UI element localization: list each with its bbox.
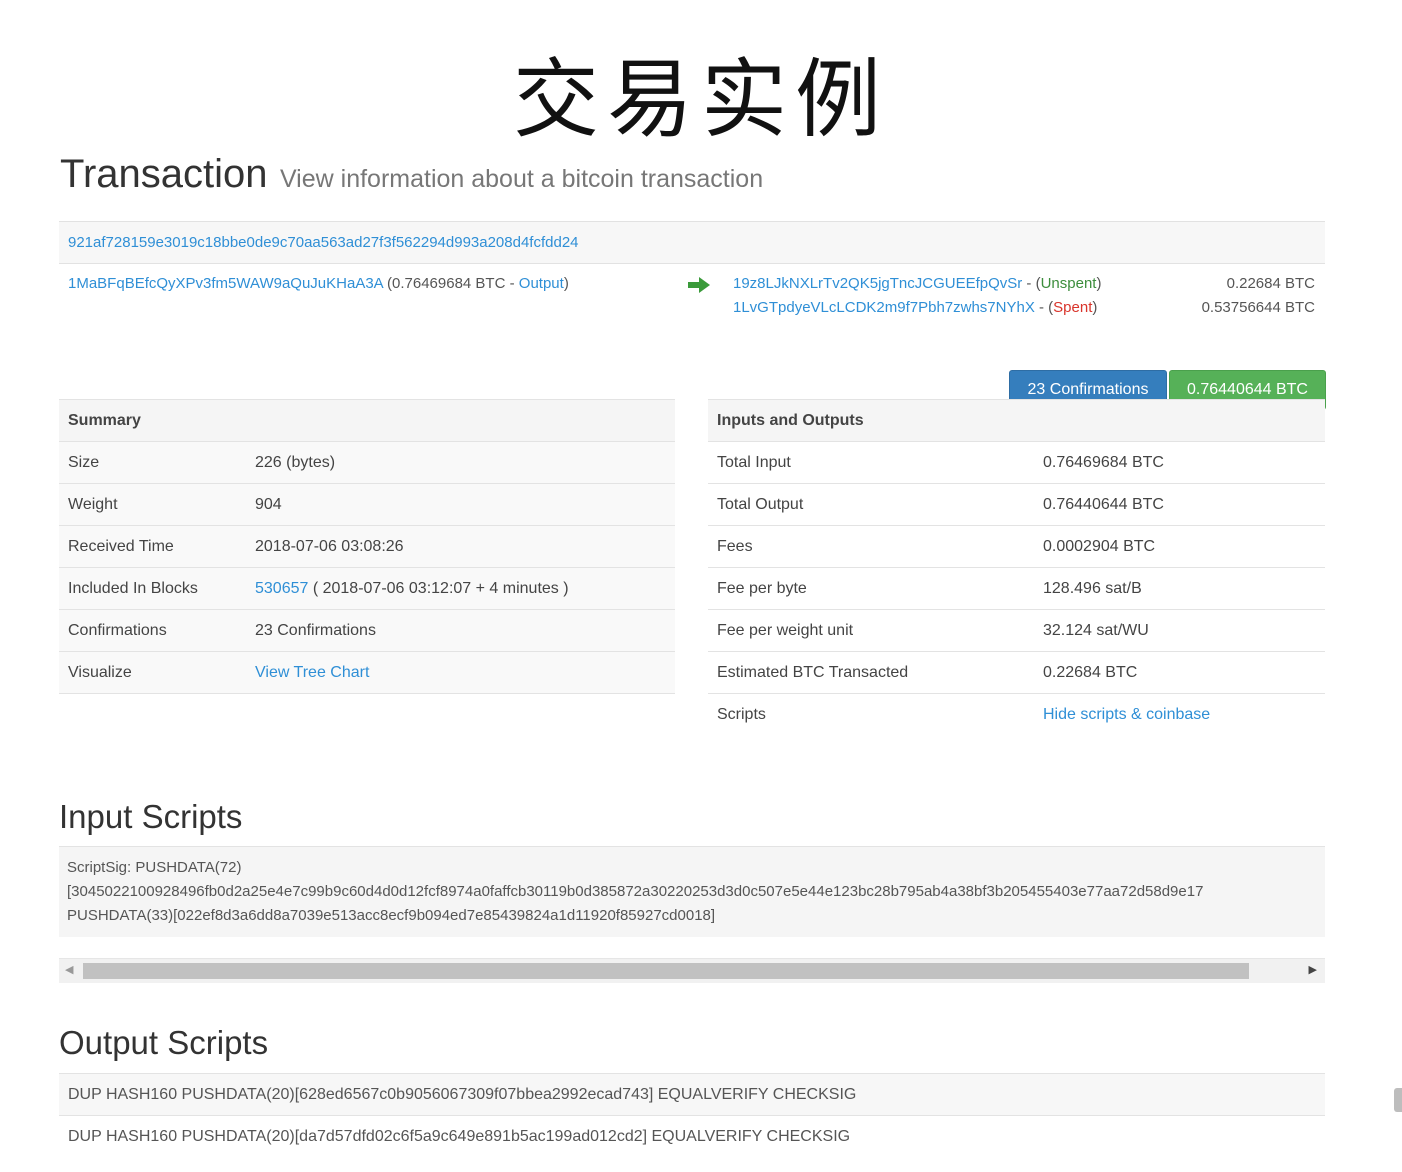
row-value: 0.76469684 BTC [1034, 441, 1325, 484]
block-link[interactable]: 530657 [255, 580, 308, 597]
row-label: Fee per byte [708, 567, 1034, 610]
io-title: Inputs and Outputs [708, 399, 1325, 442]
output-script-row: DUP HASH160 PUSHDATA(20)[da7d57dfd02c6f5… [59, 1115, 1325, 1157]
input-scripts-title: Input Scripts [59, 798, 243, 835]
row-label: Fees [708, 525, 1034, 568]
script-line: [3045022100928496fb0d2a25e4e7c99b9c60d4d… [67, 883, 1204, 900]
input-separator: - [505, 275, 519, 292]
row-value: 128.496 sat/B [1034, 567, 1325, 610]
scrollbar-thumb[interactable] [83, 963, 1249, 979]
table-row: Size 226 (bytes) [59, 441, 675, 484]
tx-hash-row: 921af728159e3019c18bbe0de9c70aa563ad27f3… [59, 221, 1325, 264]
table-row: Fee per byte 128.496 sat/B [708, 567, 1325, 610]
input-paren-close: ) [563, 275, 569, 292]
table-row: Fees 0.0002904 BTC [708, 525, 1325, 568]
view-tree-chart-link[interactable]: View Tree Chart [255, 664, 369, 681]
summary-title: Summary [59, 399, 675, 442]
output-amount-1: 0.22684 BTC [1226, 275, 1315, 292]
output-status-open: - ( [1022, 275, 1041, 292]
input-script-box: ScriptSig: PUSHDATA(72) [304502210092849… [59, 846, 1325, 937]
table-row: Total Input 0.76469684 BTC [708, 441, 1325, 484]
row-value: 32.124 sat/WU [1034, 609, 1325, 652]
transaction-box: 921af728159e3019c18bbe0de9c70aa563ad27f3… [59, 221, 1326, 410]
row-value: 226 (bytes) [246, 441, 675, 484]
row-label: Included In Blocks [59, 567, 246, 610]
inputs-outputs-table: Inputs and Outputs Total Input 0.76469684… [708, 399, 1325, 735]
row-value: 0.76440644 BTC [1034, 483, 1325, 526]
input-amount: 0.76469684 BTC [392, 275, 506, 292]
output-line-1: 19z8LJkNXLrTv2QK5jgTncJCGUEEfpQvSr - (Un… [733, 275, 1101, 292]
output-address-link[interactable]: 19z8LJkNXLrTv2QK5jgTncJCGUEEfpQvSr [733, 275, 1022, 292]
row-value: 2018-07-06 03:08:26 [246, 525, 675, 568]
table-row: Scripts Hide scripts & coinbase [708, 694, 1325, 736]
row-value: View Tree Chart [246, 651, 675, 694]
page-header: Transaction View information about a bit… [60, 152, 763, 197]
row-label: Total Output [708, 483, 1034, 526]
edge-handle[interactable] [1394, 1088, 1402, 1112]
row-label: Size [59, 441, 246, 484]
script-line: ScriptSig: PUSHDATA(72) [67, 859, 242, 876]
table-row: Weight 904 [59, 483, 675, 526]
row-value: 0.22684 BTC [1034, 651, 1325, 694]
hide-scripts-link[interactable]: Hide scripts & coinbase [1043, 706, 1210, 723]
output-status-close: ) [1096, 275, 1102, 292]
banner-title: 交易实例 [513, 50, 889, 150]
output-address-link[interactable]: 1LvGTpdyeVLcLCDK2m9f7Pbh7zwhs7NYhX [733, 299, 1035, 316]
table-row: Fee per weight unit 32.124 sat/WU [708, 609, 1325, 652]
output-status-unspent: Unspent [1040, 275, 1097, 292]
page-title: Transaction [60, 152, 268, 196]
input-address-link[interactable]: 1MaBFqBEfcQyXPv3fm5WAW9aQuJuKHaA3A [68, 275, 383, 292]
row-value: 530657 ( 2018-07-06 03:12:07 + 4 minutes… [246, 567, 675, 610]
tx-io-row: 1MaBFqBEfcQyXPv3fm5WAW9aQuJuKHaA3A (0.76… [59, 264, 1326, 410]
summary-table: Summary Size 226 (bytes) Weight 904 Receiv… [59, 399, 675, 694]
input-output-link[interactable]: Output [519, 275, 564, 292]
row-value: 904 [246, 483, 675, 526]
row-label: Confirmations [59, 609, 246, 652]
script-line: PUSHDATA(33)[022ef8d3a6dd8a7039e513acc8e… [67, 907, 716, 924]
table-row: Confirmations 23 Confirmations [59, 609, 675, 652]
row-label: Weight [59, 483, 246, 526]
scroll-left-icon[interactable]: ◀ [65, 963, 73, 976]
right-arrow-icon [688, 277, 710, 293]
output-scripts-title: Output Scripts [59, 1024, 269, 1061]
tx-input: 1MaBFqBEfcQyXPv3fm5WAW9aQuJuKHaA3A (0.76… [68, 275, 569, 292]
row-label: Scripts [717, 705, 766, 723]
row-label: Estimated BTC Transacted [708, 651, 1034, 694]
row-value: Hide scripts & coinbase [1034, 694, 1325, 736]
horizontal-scrollbar[interactable]: ◀ ▶ [59, 958, 1325, 983]
output-status-close: ) [1092, 299, 1098, 316]
output-scripts-list: DUP HASH160 PUSHDATA(20)[628ed6567c0b905… [59, 1073, 1325, 1157]
row-value: 0.0002904 BTC [1034, 525, 1325, 568]
block-detail: ( 2018-07-06 03:12:07 + 4 minutes ) [308, 579, 569, 597]
output-status-spent[interactable]: Spent [1053, 299, 1092, 316]
row-label: Visualize [59, 651, 246, 694]
output-line-2: 1LvGTpdyeVLcLCDK2m9f7Pbh7zwhs7NYhX - (Sp… [733, 299, 1097, 316]
table-row: Total Output 0.76440644 BTC [708, 483, 1325, 526]
row-value: 23 Confirmations [246, 609, 675, 652]
page-subtitle: View information about a bitcoin transac… [279, 165, 764, 193]
output-status-open: - ( [1034, 299, 1054, 316]
table-row: Visualize View Tree Chart [59, 651, 675, 694]
table-row: Estimated BTC Transacted 0.22684 BTC [708, 651, 1325, 694]
output-amount-2: 0.53756644 BTC [1201, 299, 1315, 316]
row-label: Received Time [59, 525, 246, 568]
row-label: Fee per weight unit [708, 609, 1034, 652]
scroll-right-icon[interactable]: ▶ [1309, 963, 1317, 976]
table-row: Included In Blocks 530657 ( 2018-07-06 03… [59, 567, 675, 610]
table-row: Received Time 2018-07-06 03:08:26 [59, 525, 675, 568]
row-label: Total Input [708, 441, 1034, 484]
output-script-row: DUP HASH160 PUSHDATA(20)[628ed6567c0b905… [59, 1073, 1325, 1115]
tx-hash-link[interactable]: 921af728159e3019c18bbe0de9c70aa563ad27f3… [68, 234, 579, 251]
